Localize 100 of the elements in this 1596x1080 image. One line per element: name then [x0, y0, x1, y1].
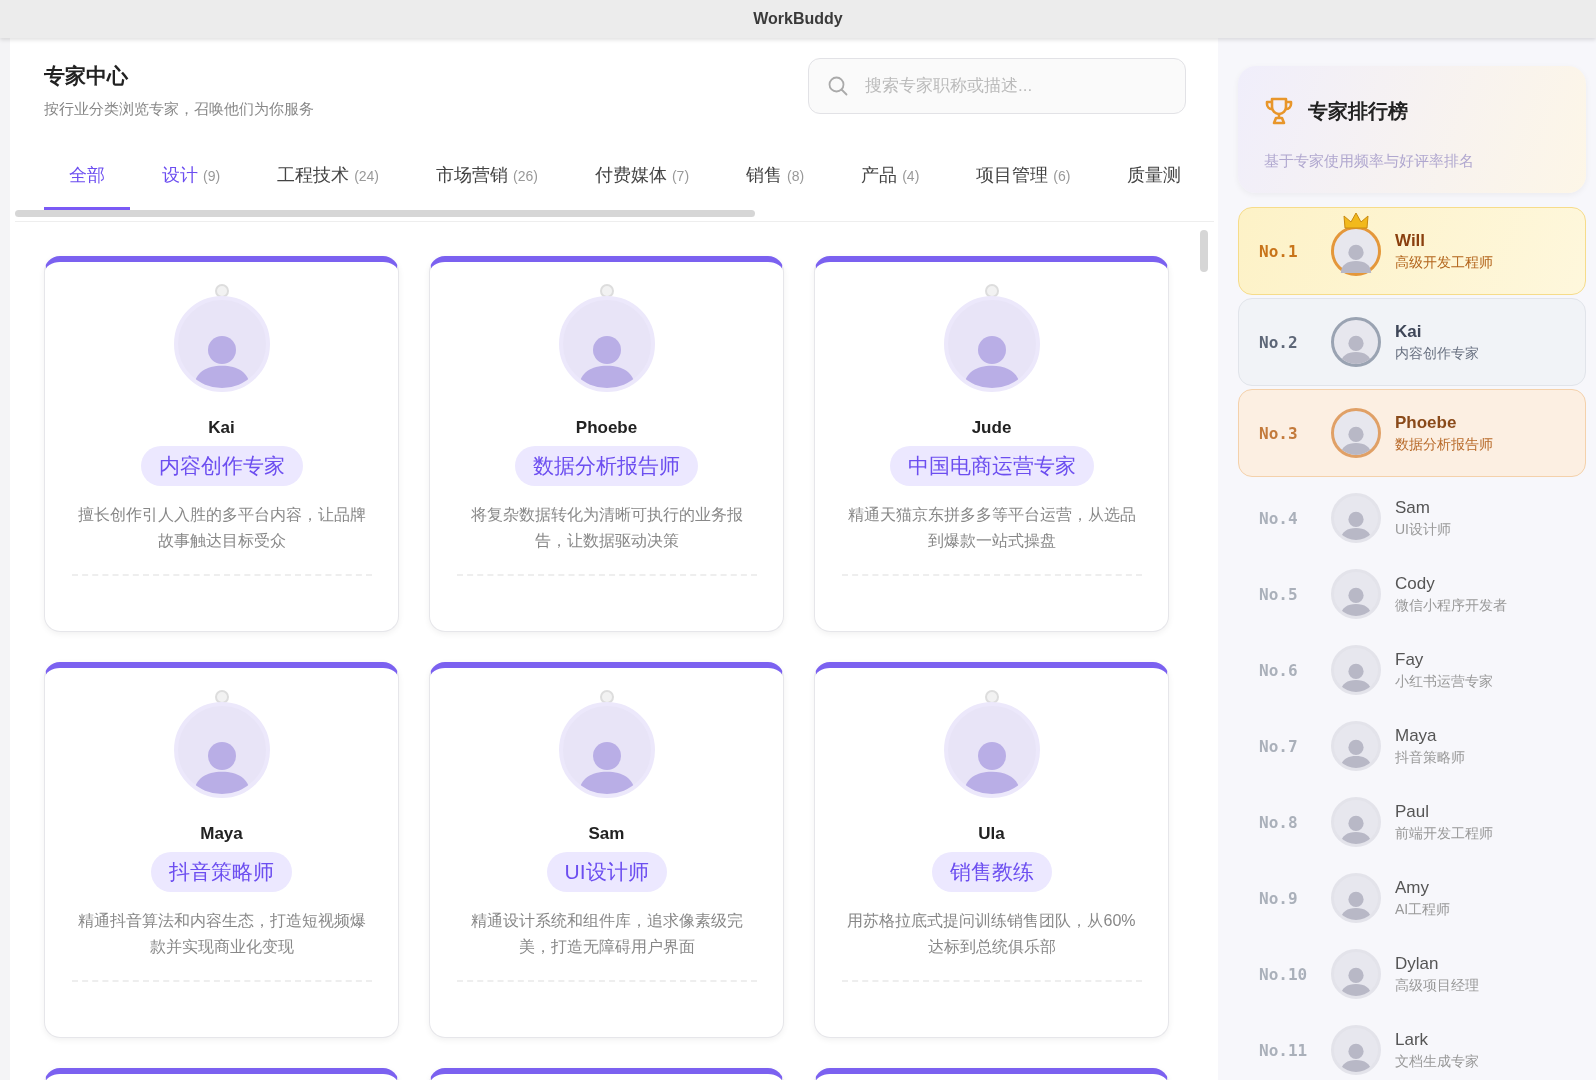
expert-role: 内容创作专家 [1395, 344, 1479, 363]
ranking-card[interactable]: No.3 Phoebe 数据分析报告师 [1238, 389, 1586, 477]
expert-role: 文档生成专家 [1395, 1052, 1479, 1071]
trophy-icon [1264, 96, 1294, 126]
avatar-placeholder [1331, 1025, 1381, 1075]
expert-name: Dylan [1395, 953, 1440, 974]
ranking-row[interactable]: No.10 Dylan 高级项目经理 [1238, 936, 1586, 1012]
page-title: 专家中心 [44, 63, 129, 89]
category-tab[interactable]: 设计 (9) [137, 163, 246, 210]
ranking-card[interactable]: No.1 Will 高级开发工程师 [1238, 207, 1586, 295]
expert-role: UI设计师 [1395, 520, 1451, 539]
tab-count: (8) [787, 168, 805, 184]
expert-name: Phoebe [575, 418, 638, 438]
role-tag: 销售教练 [931, 852, 1052, 892]
avatar-placeholder [1331, 569, 1381, 619]
tab-count: (4) [902, 168, 920, 184]
expert-role: 数据分析报告师 [1395, 435, 1493, 454]
ranking-row[interactable]: No.11 Lark 文档生成专家 [1238, 1012, 1586, 1080]
tab-count: (24) [354, 168, 380, 184]
expert-name: Will [1395, 230, 1427, 251]
expert-name: Sam [1395, 497, 1431, 518]
tab-count: (6) [1053, 168, 1071, 184]
ranking-row[interactable]: No.5 Cody 微信小程序开发者 [1238, 556, 1586, 632]
expert-role: 高级开发工程师 [1395, 253, 1493, 272]
role-tag: 中国电商运营专家 [889, 446, 1094, 486]
scrollbar-thumb[interactable] [15, 210, 755, 217]
expert-card[interactable]: Phoebe 数据分析报告师 将复杂数据转化为清晰可执行的业务报告，让数据驱动决策 [429, 256, 784, 632]
hanger-icon [214, 284, 229, 298]
rank-label: No.2 [1259, 332, 1299, 352]
expert-description: 将复杂数据转化为清晰可执行的业务报告，让数据驱动决策 [456, 502, 757, 576]
expert-role: 高级项目经理 [1395, 976, 1479, 995]
expert-name: Jude [971, 418, 1012, 438]
expert-name: Amy [1395, 877, 1430, 898]
ranking-row[interactable]: No.8 Paul 前端开发工程师 [1238, 784, 1586, 860]
ranking-row[interactable]: No.6 Fay 小红书运营专家 [1238, 632, 1586, 708]
window-title: WorkBuddy [753, 10, 843, 28]
rank-label: No.9 [1259, 888, 1299, 908]
rank-label: No.4 [1259, 508, 1299, 528]
expert-card[interactable]: Ula 销售教练 用苏格拉底式提问训练销售团队，从60%达标到总统俱乐部 [814, 662, 1169, 1038]
expert-role: 小红书运营专家 [1395, 672, 1493, 691]
rank-label: No.7 [1259, 736, 1299, 756]
avatar-placeholder [1331, 317, 1381, 367]
category-tab[interactable]: 付费媒体 (7) [569, 163, 715, 210]
expert-name: Sam [588, 824, 625, 844]
page-subtitle: 按行业分类浏览专家，召唤他们为你服务 [44, 100, 314, 119]
rank-label: No.1 [1259, 241, 1299, 261]
avatar-placeholder [1331, 873, 1381, 923]
category-tab[interactable]: 质量测 [1102, 163, 1207, 210]
avatar-placeholder [1331, 797, 1381, 847]
leaderboard-subtitle: 基于专家使用频率与好评率排名 [1264, 152, 1475, 171]
category-tab[interactable]: 项目管理 (6) [951, 163, 1096, 210]
avatar-placeholder [1331, 645, 1381, 695]
hanger-icon [599, 690, 614, 704]
rank-label: No.5 [1259, 584, 1299, 604]
rank-label: No.3 [1259, 423, 1299, 443]
avatar-placeholder [1331, 721, 1381, 771]
expert-name: Maya [1395, 725, 1438, 746]
avatar-placeholder [1331, 949, 1381, 999]
category-tab[interactable]: 产品 (4) [836, 163, 945, 210]
expert-description: 用苏格拉底式提问训练销售团队，从60%达标到总统俱乐部 [841, 908, 1142, 982]
expert-card[interactable]: Jude 中国电商运营专家 精通天猫京东拼多多等平台运营，从选品到爆款一站式操盘 [814, 256, 1169, 632]
expert-name: Fay [1395, 649, 1425, 670]
rank-label: No.11 [1259, 1040, 1309, 1060]
expert-role: AI工程师 [1395, 900, 1451, 919]
expert-role: 抖音策略师 [1395, 748, 1465, 767]
ranking-row[interactable]: No.4 Sam UI设计师 [1238, 480, 1586, 556]
tab-count: (7) [671, 168, 690, 184]
category-tab[interactable]: 市场营销 (26) [411, 163, 563, 210]
hanger-icon [984, 284, 999, 298]
expert-card[interactable]: Maya 抖音策略师 精通抖音算法和内容生态，打造短视频爆款并实现商业化变现 [44, 662, 399, 1038]
category-tab[interactable]: 工程技术 (24) [252, 163, 405, 210]
category-tab[interactable]: 销售 (8) [721, 163, 830, 210]
scrollbar-thumb[interactable] [1200, 230, 1208, 272]
expert-card[interactable]: Kai 内容创作专家 擅长创作引人入胜的多平台内容，让品牌故事触达目标受众 [44, 256, 399, 632]
expert-name: Lark [1395, 1029, 1430, 1050]
rank-label: No.8 [1259, 812, 1299, 832]
expert-name: Maya [200, 824, 243, 844]
role-tag: 抖音策略师 [151, 852, 292, 892]
role-tag: UI设计师 [546, 852, 667, 892]
expert-name: Kai [1395, 321, 1423, 342]
expert-name: Kai [208, 418, 235, 438]
role-tag: 内容创作专家 [140, 446, 303, 486]
leaderboard-title: 专家排行榜 [1308, 98, 1408, 124]
expert-description: 精通抖音算法和内容生态，打造短视频爆款并实现商业化变现 [71, 908, 372, 982]
expert-description: 精通设计系统和组件库，追求像素级完美，打造无障碍用户界面 [456, 908, 757, 982]
expert-description: 精通天猫京东拼多多等平台运营，从选品到爆款一站式操盘 [841, 502, 1142, 576]
expert-role: 微信小程序开发者 [1395, 596, 1507, 615]
ranking-row[interactable]: No.9 Amy AI工程师 [1238, 860, 1586, 936]
expert-name: Ula [978, 824, 1005, 844]
expert-role: 前端开发工程师 [1395, 824, 1493, 843]
ranking-row[interactable]: No.7 Maya 抖音策略师 [1238, 708, 1586, 784]
tab-count: (26) [513, 168, 538, 184]
avatar-placeholder [1331, 493, 1381, 543]
role-tag: 数据分析报告师 [515, 446, 698, 486]
ranking-card[interactable]: No.2 Kai 内容创作专家 [1238, 298, 1586, 386]
expert-card[interactable]: Sam UI设计师 精通设计系统和组件库，追求像素级完美，打造无障碍用户界面 [429, 662, 784, 1038]
avatar-placeholder [1331, 226, 1381, 276]
expert-name: Cody [1395, 573, 1436, 594]
hanger-icon [984, 690, 999, 704]
search-field[interactable]: 搜索专家职称或描述... [808, 58, 1186, 114]
